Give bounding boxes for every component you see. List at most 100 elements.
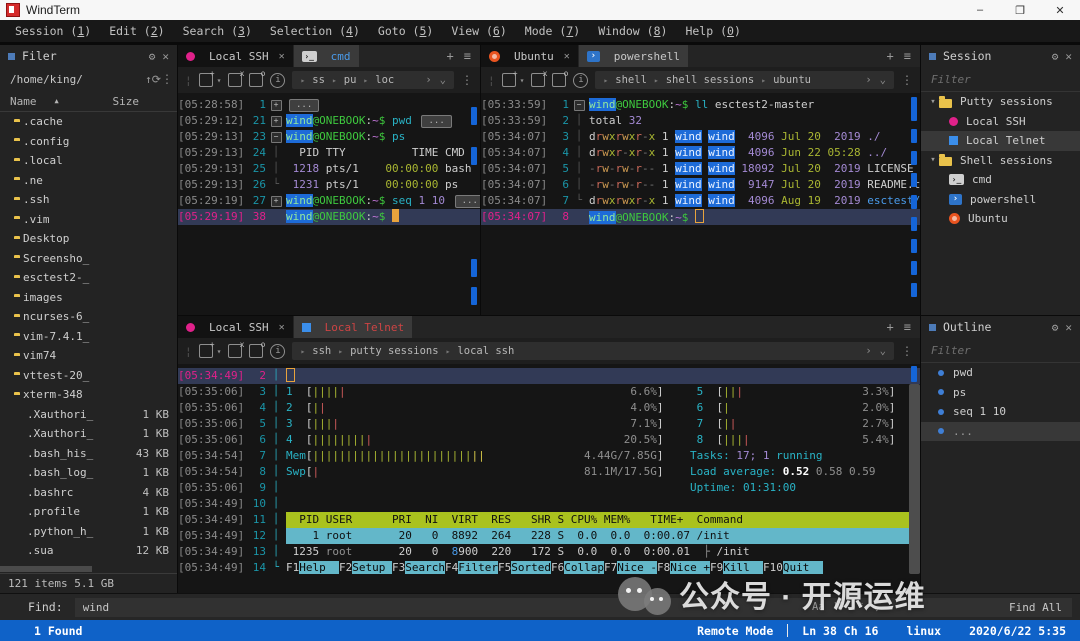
session-filter[interactable]: Filter xyxy=(921,67,1080,92)
duplicate-session-icon[interactable] xyxy=(552,69,568,87)
breadcrumb-segment[interactable]: putty sessions xyxy=(350,345,439,357)
find-option-aa[interactable]: Aa xyxy=(812,601,825,613)
session-tree-item-ubuntu[interactable]: Ubuntu xyxy=(921,209,1080,229)
fold-collapse-icon[interactable]: − xyxy=(266,129,286,145)
close-tab-icon[interactable]: ✕ xyxy=(279,322,285,333)
menu-session[interactable]: Session (1) xyxy=(6,24,100,38)
os-indicator[interactable]: linux xyxy=(892,624,955,638)
file-row[interactable]: Desktop xyxy=(0,229,177,249)
menu-view[interactable]: View (6) xyxy=(442,24,515,38)
breadcrumb[interactable]: ▸ shell ▸ shell sessions ▸ ubuntu › ⌄ xyxy=(595,71,894,89)
fold-expand-icon[interactable]: + xyxy=(266,193,286,209)
chevron-right-icon[interactable]: › xyxy=(865,345,871,357)
close-panel-icon[interactable]: ✕ xyxy=(1065,50,1072,63)
file-row[interactable]: .cache xyxy=(0,112,177,132)
menu-window[interactable]: Window (8) xyxy=(589,24,676,38)
file-row[interactable]: .sua 12 KB xyxy=(0,541,177,561)
filer-column-header[interactable]: Name ▲ Size xyxy=(0,91,177,112)
find-option-[interactable]: ⌄ xyxy=(874,601,880,613)
breadcrumb-segment[interactable]: local ssh xyxy=(457,345,514,357)
file-row[interactable]: .bash_his_ 43 KB xyxy=(0,444,177,464)
breadcrumb-segment[interactable]: loc xyxy=(375,74,394,86)
new-tab-button[interactable]: + xyxy=(887,320,894,334)
close-button[interactable]: ✕ xyxy=(1040,0,1080,20)
tab-list-icon[interactable]: ≡ xyxy=(464,49,471,63)
new-session-icon[interactable] xyxy=(198,340,215,358)
menu-edit[interactable]: Edit (2) xyxy=(100,24,173,38)
menu-search[interactable]: Search (3) xyxy=(174,24,261,38)
file-row[interactable]: images xyxy=(0,288,177,308)
chevron-right-icon[interactable]: › xyxy=(865,74,871,86)
file-row[interactable]: Screensho_ xyxy=(0,249,177,269)
fold-expand-icon[interactable]: + xyxy=(266,97,286,113)
gear-icon[interactable]: ⚙ xyxy=(149,50,156,63)
file-row[interactable]: vttest-20_ xyxy=(0,366,177,386)
file-row[interactable]: .bash_log_ 1 KB xyxy=(0,463,177,483)
tab-local-ssh[interactable]: Local SSH ✕ xyxy=(178,45,293,67)
close-tab-icon[interactable]: ✕ xyxy=(564,51,570,62)
more-options-icon[interactable]: ⋮ xyxy=(901,344,913,358)
collapsed-fold-chip[interactable]: ... xyxy=(289,99,320,112)
cursor-position[interactable]: Ln 38 Ch 16 xyxy=(788,624,892,638)
vertical-scrollbar-thumb[interactable] xyxy=(909,384,920,574)
dropdown-caret-icon[interactable]: ▾ xyxy=(520,76,525,85)
breadcrumb[interactable]: ▸ ss ▸ pu ▸ loc › ⌄ xyxy=(292,71,454,89)
file-row[interactable]: .config xyxy=(0,132,177,152)
tab-local-ssh[interactable]: Local SSH ✕ xyxy=(178,316,293,338)
breadcrumb-segment[interactable]: ssh xyxy=(312,345,331,357)
breadcrumb-segment[interactable]: pu xyxy=(344,74,357,86)
fold-collapse-icon[interactable]: − xyxy=(569,97,589,113)
breadcrumb-segment[interactable]: ubuntu xyxy=(773,74,811,86)
filer-hscrollbar[interactable] xyxy=(0,566,92,572)
breadcrumb-segment[interactable]: shell sessions xyxy=(666,74,755,86)
info-icon[interactable]: i xyxy=(573,72,589,88)
collapsed-fold-chip[interactable]: ... xyxy=(421,115,452,128)
tab-list-icon[interactable]: ≡ xyxy=(904,49,911,63)
file-row[interactable]: vim74 xyxy=(0,346,177,366)
session-tree-item-putty-sessions[interactable]: ▾ Putty sessions xyxy=(921,92,1080,112)
file-row[interactable]: ncurses-6_ xyxy=(0,307,177,327)
breadcrumb-segment[interactable]: shell xyxy=(615,74,647,86)
close-tab-icon[interactable]: ✕ xyxy=(279,51,285,62)
find-all-button[interactable]: Find All xyxy=(1009,601,1062,614)
tab-list-icon[interactable]: ≡ xyxy=(904,320,911,334)
more-options-icon[interactable]: ⋮ xyxy=(461,73,473,87)
new-session-icon[interactable] xyxy=(501,69,518,87)
close-session-icon[interactable] xyxy=(228,340,244,358)
file-row[interactable]: .python_h_ 1 KB xyxy=(0,522,177,542)
outline-filter[interactable]: Filter xyxy=(921,338,1080,363)
dropdown-caret-icon[interactable]: ▾ xyxy=(217,76,222,85)
file-row[interactable]: .ne xyxy=(0,171,177,191)
tree-expand-caret-icon[interactable]: ▾ xyxy=(927,97,939,107)
menu-mode[interactable]: Mode (7) xyxy=(516,24,589,38)
more-options-icon[interactable]: ⋮ xyxy=(161,72,173,86)
tab-ubuntu[interactable]: Ubuntu ✕ xyxy=(481,45,578,67)
tab-powershell[interactable]: powershell xyxy=(578,45,689,67)
file-row[interactable]: .bashrc 4 KB xyxy=(0,483,177,503)
session-tree-item-local-telnet[interactable]: Local Telnet xyxy=(921,131,1080,151)
find-option-w[interactable]: W xyxy=(835,601,841,613)
file-row[interactable]: xterm-348 xyxy=(0,385,177,405)
fold-expand-icon[interactable]: + xyxy=(266,113,286,129)
tab-local-telnet[interactable]: Local Telnet xyxy=(293,316,413,338)
menu-goto[interactable]: Goto (5) xyxy=(369,24,442,38)
info-icon[interactable]: i xyxy=(270,343,286,359)
tree-expand-caret-icon[interactable]: ▾ xyxy=(927,155,939,165)
file-row[interactable]: .Xauthori_ 1 KB xyxy=(0,405,177,425)
file-row[interactable]: .ssh xyxy=(0,190,177,210)
outline-item[interactable]: ps xyxy=(921,383,1080,403)
minimize-button[interactable]: – xyxy=(960,0,1000,20)
file-row[interactable]: .profile 1 KB xyxy=(0,502,177,522)
gear-icon[interactable]: ⚙ xyxy=(1052,50,1059,63)
file-row[interactable]: esctest2-_ xyxy=(0,268,177,288)
duplicate-session-icon[interactable] xyxy=(249,69,265,87)
duplicate-session-icon[interactable] xyxy=(249,340,265,358)
chevron-down-icon[interactable]: ⌄ xyxy=(440,74,446,86)
close-panel-icon[interactable]: ✕ xyxy=(162,50,169,63)
session-tree-item-local-ssh[interactable]: Local SSH xyxy=(921,112,1080,132)
filer-path[interactable]: /home/king/ xyxy=(10,73,83,86)
find-input[interactable] xyxy=(74,597,1072,617)
close-session-icon[interactable] xyxy=(531,69,547,87)
chevron-down-icon[interactable]: ⌄ xyxy=(880,345,886,357)
menu-help[interactable]: Help (0) xyxy=(676,24,749,38)
